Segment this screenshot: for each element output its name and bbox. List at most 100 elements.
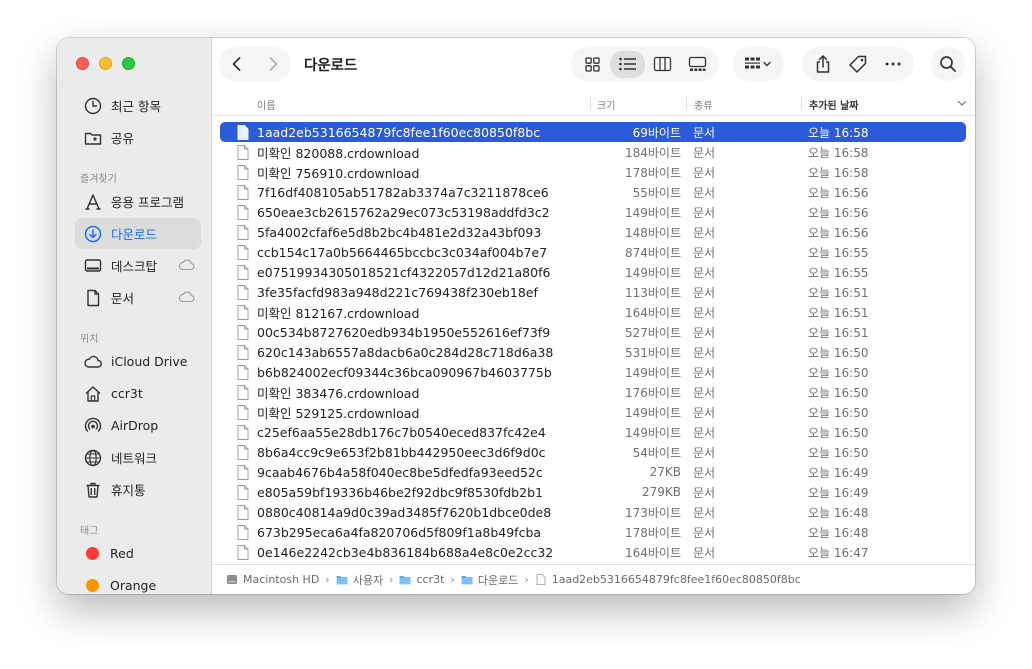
file-row[interactable]: e805a59bf19336b46be2f92dbc9f8530fdb2b1 27… (220, 482, 966, 502)
file-row[interactable]: 5fa4002cfaf6e5d8b2bc4b481e2d32a43bf093 14… (220, 222, 966, 242)
path-bar: Macintosh HD › 사용자 › ccr3t › 다운로드 › 1aad2eb53166… (212, 564, 975, 594)
sidebar-item-label: 휴지통 (111, 483, 146, 498)
column-view-button[interactable] (645, 51, 680, 78)
globe-icon (82, 447, 104, 469)
gallery-icon (688, 56, 707, 71)
sidebar-tag-red[interactable]: Red (75, 538, 201, 569)
column-header-size[interactable]: 크기 (597, 97, 615, 112)
file-row[interactable]: 0880c40814a9d0c39ad3485f7620b1dbce0de8 17… (220, 502, 966, 522)
share-button[interactable] (814, 54, 832, 74)
forward-button[interactable] (266, 56, 280, 72)
sidebar-item-label: 다운로드 (111, 227, 158, 242)
column-divider[interactable] (686, 96, 687, 110)
window-title: 다운로드 (304, 58, 358, 74)
file-row[interactable]: 650eae3cb2615762a29ec073c53198addfd3c2 14… (220, 202, 966, 222)
clock-icon (82, 95, 104, 117)
document-file-icon (237, 145, 249, 160)
file-row[interactable]: 1aad2eb5316654879fc8fee1f60ec80850f8bc 69… (220, 122, 966, 142)
sidebar-item-label: Red (110, 546, 134, 561)
zoom-window-button[interactable] (122, 57, 135, 70)
file-kind: 문서 (693, 385, 716, 400)
file-list: 1aad2eb5316654879fc8fee1f60ec80850f8bc 69… (212, 122, 975, 560)
sidebar-item-network[interactable]: 네트워크 (75, 442, 201, 473)
path-segment[interactable]: 다운로드 (461, 572, 518, 588)
sidebar-item-downloads[interactable]: 다운로드 (75, 218, 201, 249)
path-segment[interactable]: 1aad2eb5316654879fc8fee1f60ec80850f8bc (535, 573, 801, 586)
file-size: 149바이트 (624, 205, 681, 220)
sidebar-item-home[interactable]: ccr3t (75, 378, 201, 409)
path-segment[interactable]: 사용자 (336, 572, 383, 588)
file-name: e805a59bf19336b46be2f92dbc9f8530fdb2b1 (257, 484, 543, 500)
chevron-left-icon (232, 57, 241, 71)
tag-icon (849, 55, 867, 73)
file-size: 69바이트 (632, 125, 681, 140)
file-row[interactable]: 9caab4676b4a58f040ec8be5dfedfa93eed52c 27… (220, 462, 966, 482)
file-date-added: 오늘 16:56 (808, 205, 869, 220)
sidebar-item-trash[interactable]: 휴지통 (75, 474, 201, 505)
file-kind: 문서 (693, 145, 716, 160)
column-divider[interactable] (801, 96, 802, 110)
file-row[interactable]: 미확인 529125.crdownload 149바이트 문서 오늘 16:50 (220, 402, 966, 422)
file-row[interactable]: 미확인 820088.crdownload 184바이트 문서 오늘 16:58 (220, 142, 966, 162)
icon-view-button[interactable] (575, 51, 610, 78)
path-segment-label: ccr3t (416, 573, 445, 586)
file-row[interactable]: 620c143ab6557a8dacb6a0c284d28c718d6a38 53… (220, 342, 966, 362)
file-row[interactable]: 미확인 383476.crdownload 176바이트 문서 오늘 16:50 (220, 382, 966, 402)
back-button[interactable] (230, 56, 244, 72)
list-view-button[interactable] (610, 50, 645, 78)
search-button[interactable] (931, 47, 965, 81)
file-kind: 문서 (693, 165, 716, 180)
toolbar: 다운로드 (212, 38, 975, 90)
minimize-window-button[interactable] (99, 57, 112, 70)
file-row[interactable]: b6b824002ecf09344c36bca090967b4603775b 14… (220, 362, 966, 382)
file-row[interactable]: 0e146e2242cb3e4b836184b688a4e8c0e2cc32 16… (220, 542, 966, 560)
sidebar-item-documents[interactable]: 문서 (75, 282, 201, 313)
path-segment[interactable]: Macintosh HD (226, 573, 319, 586)
file-size: 164바이트 (624, 545, 681, 560)
file-size: 874바이트 (624, 245, 681, 260)
close-window-button[interactable] (76, 57, 89, 70)
sidebar-item-airdrop[interactable]: AirDrop (75, 410, 201, 441)
gallery-view-button[interactable] (680, 51, 715, 78)
file-row[interactable]: 673b295eca6a4fa820706d5f809f1a8b49fcba 17… (220, 522, 966, 542)
file-row[interactable]: 7f16df408105ab51782ab3374a7c3211878ce6 55… (220, 182, 966, 202)
file-name: 9caab4676b4a58f040ec8be5dfedfa93eed52c (257, 464, 543, 480)
sidebar-item-desktop[interactable]: 데스크탑 (75, 250, 201, 281)
file-row[interactable]: e07519934305018521cf4322057d12d21a80f6 14… (220, 262, 966, 282)
sidebar-section-favorites: 즐겨찾기 (80, 174, 117, 185)
vertical-scrollbar[interactable] (965, 118, 973, 558)
file-row[interactable]: 미확인 756910.crdownload 178바이트 문서 오늘 16:58 (220, 162, 966, 182)
document-file-icon (237, 345, 249, 360)
airdrop-icon (82, 415, 104, 437)
sort-descending-icon[interactable] (957, 100, 967, 107)
group-by-button[interactable] (732, 47, 784, 81)
file-row[interactable]: 00c534b8727620edb934b1950e552616ef73f9 52… (220, 322, 966, 342)
sidebar-item-recent[interactable]: 최근 항목 (75, 90, 201, 121)
column-header-kind[interactable]: 종류 (694, 97, 712, 112)
sidebar-item-applications[interactable]: 응용 프로그램 (75, 186, 201, 217)
column-header-date-added[interactable]: 추가된 날짜 (809, 97, 858, 112)
column-header-name[interactable]: 이름 (257, 97, 275, 112)
document-file-icon (237, 325, 249, 340)
column-divider[interactable] (590, 96, 591, 110)
document-file-icon (237, 165, 249, 180)
tag-button[interactable] (848, 54, 868, 74)
file-row[interactable]: 3fe35facfd983a948d221c769438f230eb18ef 11… (220, 282, 966, 302)
group-grid-icon (745, 57, 771, 69)
file-size: 173바이트 (624, 505, 681, 520)
sidebar-item-shared[interactable]: 공유 (75, 122, 201, 153)
file-size: 184바이트 (624, 145, 681, 160)
file-date-added: 오늘 16:56 (808, 225, 869, 240)
more-button[interactable] (884, 61, 902, 67)
file-row[interactable]: 미확인 812167.crdownload 164바이트 문서 오늘 16:51 (220, 302, 966, 322)
document-file-icon (237, 425, 249, 440)
file-row[interactable]: c25ef6aa55e28db176c7b0540eced837fc42e4 14… (220, 422, 966, 442)
sidebar-tag-orange[interactable]: Orange (75, 570, 201, 594)
file-row[interactable]: 8b6a4cc9c9e653f2b81bb442950eec3d6f9d0c 54… (220, 442, 966, 462)
path-segment[interactable]: ccr3t (399, 573, 444, 586)
path-segment-label: 다운로드 (477, 573, 519, 587)
sidebar-item-icloud-drive[interactable]: iCloud Drive (75, 346, 201, 377)
file-date-added: 오늘 16:48 (808, 525, 869, 540)
file-size: 149바이트 (624, 265, 681, 280)
file-row[interactable]: ccb154c17a0b5664465bccbc3c034af004b7e7 87… (220, 242, 966, 262)
